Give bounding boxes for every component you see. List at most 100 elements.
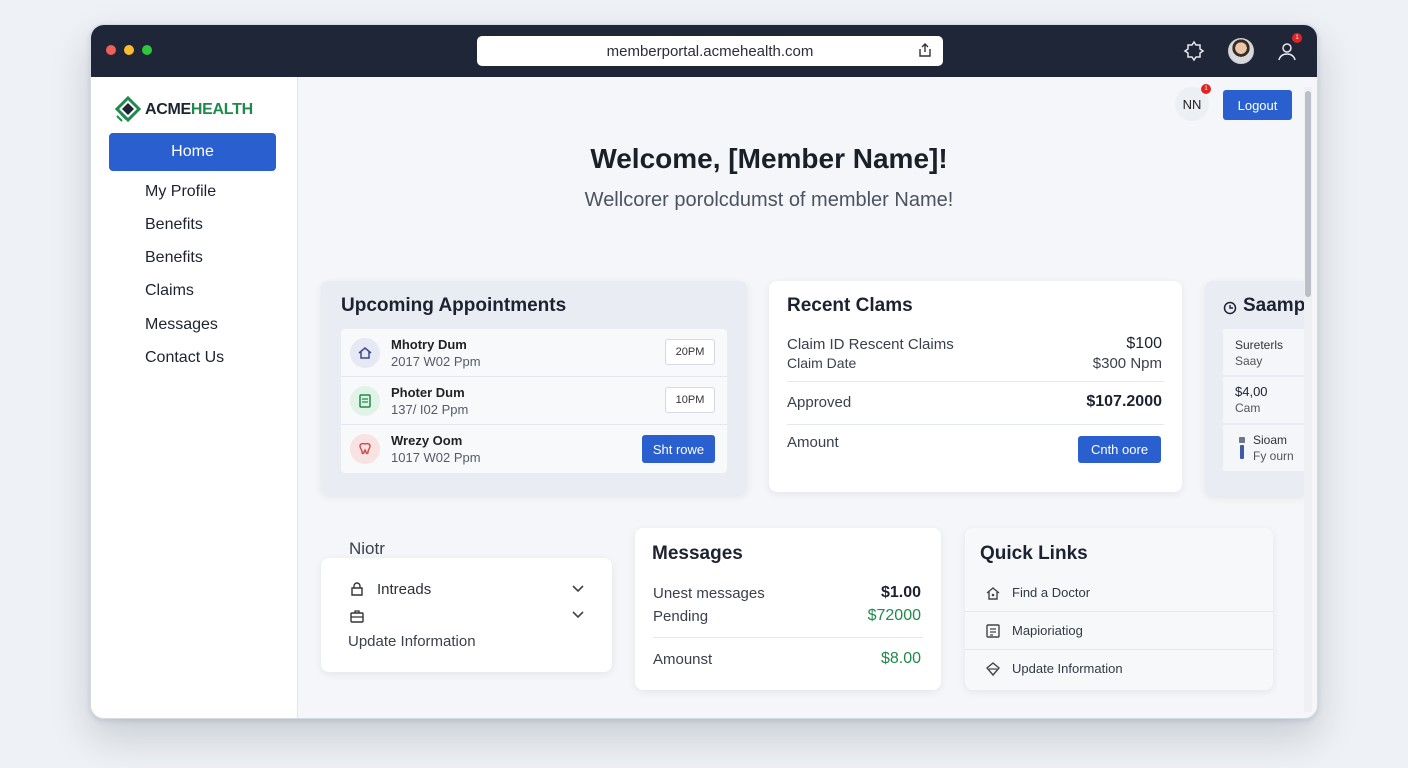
lock-icon [351,582,363,596]
notifications-title: Niotr [349,539,385,558]
user-avatar[interactable] [1228,38,1254,64]
appointment-row[interactable]: Photer Dum 137/ I02 Ppm 10PM [341,377,727,425]
notification-item-label: Intreads [377,581,432,598]
claims-title: Recent Clams [787,295,913,316]
quick-links-title: Quick Links [980,543,1088,564]
sidebar-item-contact-us[interactable]: Contact Us [145,349,224,367]
sidebar: ACMEHEALTH Home My Profile Benefits Bene… [91,77,298,718]
shield-icon [986,662,1000,677]
appointment-name: Mhotry Dum [391,337,467,352]
messages-card: Messages Unest messages $1.00 Pending $7… [635,528,941,690]
quick-link-label: Update Information [1012,661,1123,676]
appointment-time[interactable]: 10PM [665,387,715,413]
chevron-down-icon[interactable] [572,585,584,593]
list-icon [986,624,1000,638]
clock-icon [1223,301,1237,315]
appointment-action-button[interactable]: Sht rowe [642,435,715,463]
claim-id-label: Claim ID Rescent Claims [787,336,954,353]
browser-titlebar: memberportal.acmehealth.com 1 [91,25,1317,77]
page-subtitle: Wellcorer porolcdumst of membler Name! [584,189,954,211]
quick-link-update-information[interactable]: Update Information [965,650,1273,688]
appointment-date: 2017 W02 Ppm [391,354,481,369]
sample-row-line1: Sioam [1253,433,1288,447]
chevron-down-icon[interactable] [572,611,584,619]
brand-logo[interactable]: ACMEHEALTH [115,95,253,125]
claims-action-button[interactable]: Cnth oore [1078,436,1161,463]
claim-status-label: Approved [787,394,852,411]
sidebar-item-benefits[interactable]: Benefits [145,216,203,234]
notification-badge: 1 [1292,33,1302,43]
quick-links-card: Quick Links Find a Doctor Mapioriatiog U… [965,528,1273,690]
sample-row[interactable]: Sureterls Saay [1223,329,1307,375]
main-content: NN 1 Logout Welcome, [Member Name]! Well… [299,77,1317,718]
sample-row-line2: Fy ourn [1253,449,1294,463]
extensions-icon[interactable] [1182,39,1206,63]
browser-window: memberportal.acmehealth.com 1 ACMEHEALTH [90,24,1318,719]
message-row-label: Amounst [653,651,713,668]
message-row-label: Unest messages [653,585,765,602]
logo-suffix-text: HEALTH [190,101,253,118]
messages-title: Messages [652,543,743,564]
scrollbar-thumb[interactable] [1305,91,1311,297]
medical-icon [1239,437,1245,459]
claims-card: Recent Clams Claim ID Rescent Claims $10… [769,281,1182,492]
quick-link-label: Mapioriatiog [1012,623,1083,638]
sample-row[interactable]: Sioam Fy ourn [1223,425,1307,471]
divider [653,637,923,638]
claim-amount-label: Amount [787,434,839,451]
sample-row-line2: Cam [1235,401,1261,415]
sample-card: Saamp Sureterls Saay $4,00 Cam Sioam Fy … [1205,281,1307,496]
quick-link-label: Find a Doctor [1012,585,1091,600]
user-notification-badge: 1 [1201,84,1211,94]
update-information-link[interactable]: Update Information [348,633,476,650]
url-text: memberportal.acmehealth.com [606,42,814,60]
sidebar-item-home[interactable]: Home [109,133,276,171]
appointment-row[interactable]: Mhotry Dum 2017 W02 Ppm 20PM [341,329,727,377]
message-row-value: $8.00 [880,650,921,667]
appointment-date: 1017 W02 Ppm [391,450,481,465]
sample-title: Saamp [1243,295,1306,316]
share-icon[interactable] [917,42,933,58]
page-title: Welcome, [Member Name]! [590,143,948,174]
sidebar-item-my-profile[interactable]: My Profile [145,183,216,201]
message-row-value: $72000 [867,607,921,624]
message-row-label: Pending [653,608,709,625]
sidebar-item-benefits-2[interactable]: Benefits [145,249,203,267]
clinic-icon [350,338,380,368]
claim-date-value: $300 Npm [1092,355,1162,372]
claim-date-label: Claim Date [787,355,857,371]
minimize-window-button[interactable] [124,45,134,55]
sample-row-line1: Sureterls [1235,338,1284,352]
logout-button[interactable]: Logout [1223,90,1292,120]
document-icon [350,386,380,416]
sidebar-item-claims[interactable]: Claims [145,282,194,300]
divider [787,424,1164,425]
appointment-name: Photer Dum [391,385,465,400]
maximize-window-button[interactable] [142,45,152,55]
logo-brand-text: ACME [145,101,191,118]
quick-link-mapping[interactable]: Mapioriatiog [965,612,1273,650]
appointments-list: Mhotry Dum 2017 W02 Ppm 20PM Photer Dum … [341,329,727,473]
appointment-name: Wrezy Oom [391,433,463,448]
appointments-card: Upcoming Appointments Mhotry Dum 2017 W0… [321,281,747,495]
sample-row[interactable]: $4,00 Cam [1223,377,1307,423]
divider [787,381,1164,382]
logo-mark-icon [115,96,141,123]
message-row-value: $1.00 [880,584,921,601]
appointments-title: Upcoming Appointments [341,295,567,316]
address-bar[interactable]: memberportal.acmehealth.com [477,36,943,66]
claim-id-value: $100 [1126,335,1162,352]
sample-row-line2: Saay [1235,354,1263,368]
appointment-date: 137/ I02 Ppm [391,402,469,417]
notifications-card: Intreads Update Information [321,558,612,672]
claim-status-value: $107.2000 [1086,393,1162,410]
appointment-time[interactable]: 20PM [665,339,715,365]
tooth-icon [350,434,380,464]
close-window-button[interactable] [106,45,116,55]
house-icon [986,587,1000,600]
sidebar-item-messages[interactable]: Messages [145,316,218,334]
sample-row-line1: $4,00 [1235,384,1268,399]
briefcase-icon [350,610,364,623]
quick-link-find-doctor[interactable]: Find a Doctor [965,574,1273,612]
appointment-row[interactable]: Wrezy Oom 1017 W02 Ppm Sht rowe [341,425,727,473]
